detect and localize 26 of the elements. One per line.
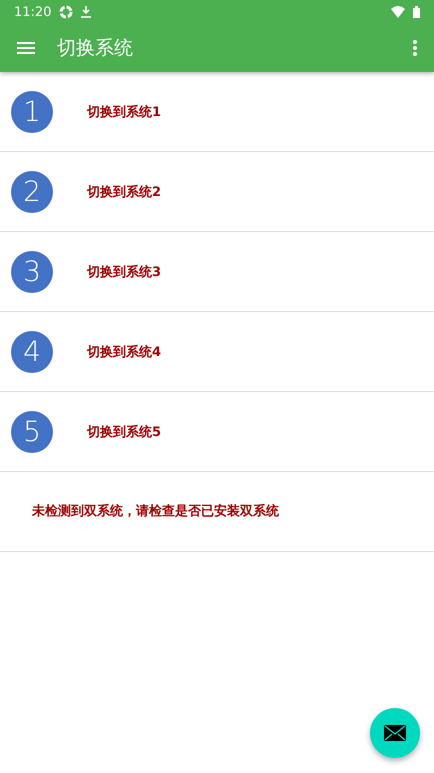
- number-avatar: 1: [11, 90, 53, 132]
- number-avatar: 3: [11, 250, 53, 292]
- number-avatar: 5: [11, 410, 53, 452]
- toolbar-title: 切换系统: [57, 36, 133, 61]
- sync-icon: [59, 5, 74, 19]
- mail-button[interactable]: [370, 708, 420, 758]
- mail-icon: [384, 725, 406, 741]
- number-avatar: 4: [11, 330, 53, 372]
- number-avatar: 2: [11, 170, 53, 212]
- more-icon[interactable]: [413, 40, 417, 56]
- item-label: 切换到系统5: [87, 424, 162, 440]
- system-list-item[interactable]: 3 切换到系统3: [0, 232, 434, 312]
- item-label: 切换到系统2: [87, 184, 162, 200]
- item-label: 切换到系统4: [87, 344, 162, 360]
- system-list-item[interactable]: 4 切换到系统4: [0, 312, 434, 392]
- download-icon: [81, 6, 92, 18]
- system-list-item[interactable]: 2 切换到系统2: [0, 152, 434, 232]
- wifi-icon: [391, 6, 405, 18]
- system-list-item[interactable]: 1 切换到系统1: [0, 72, 434, 152]
- item-label: 切换到系统1: [87, 104, 162, 120]
- menu-icon[interactable]: [17, 42, 35, 54]
- status-message: 未检测到双系统，请检查是否已安装双系统: [31, 502, 280, 520]
- battery-icon: [413, 6, 420, 18]
- status-time: 11:20: [14, 4, 52, 20]
- system-list-item[interactable]: 5 切换到系统5: [0, 392, 434, 472]
- item-label: 切换到系统3: [87, 264, 162, 280]
